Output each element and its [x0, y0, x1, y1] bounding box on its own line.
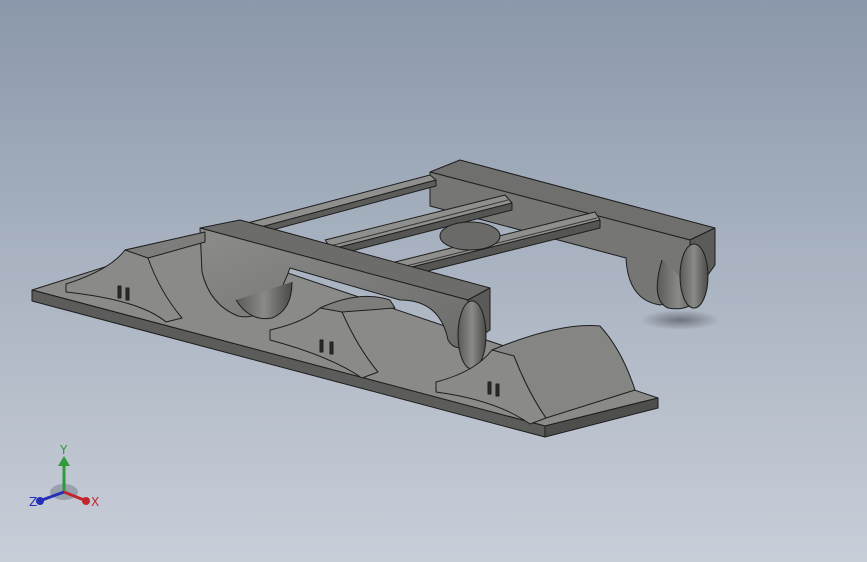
x-axis-cap-icon — [82, 497, 90, 505]
inner-wheel — [439, 221, 501, 251]
wheel-shadow — [640, 310, 720, 330]
y-axis-label: Y — [59, 443, 68, 457]
z-axis-label: Z — [29, 495, 37, 509]
3d-viewport[interactable]: Y X Z — [0, 0, 867, 562]
axis-triad: Y X Z — [29, 443, 99, 509]
cad-model[interactable] — [0, 0, 867, 562]
y-axis-arrow-icon — [58, 456, 70, 466]
x-axis-label: X — [91, 495, 99, 509]
